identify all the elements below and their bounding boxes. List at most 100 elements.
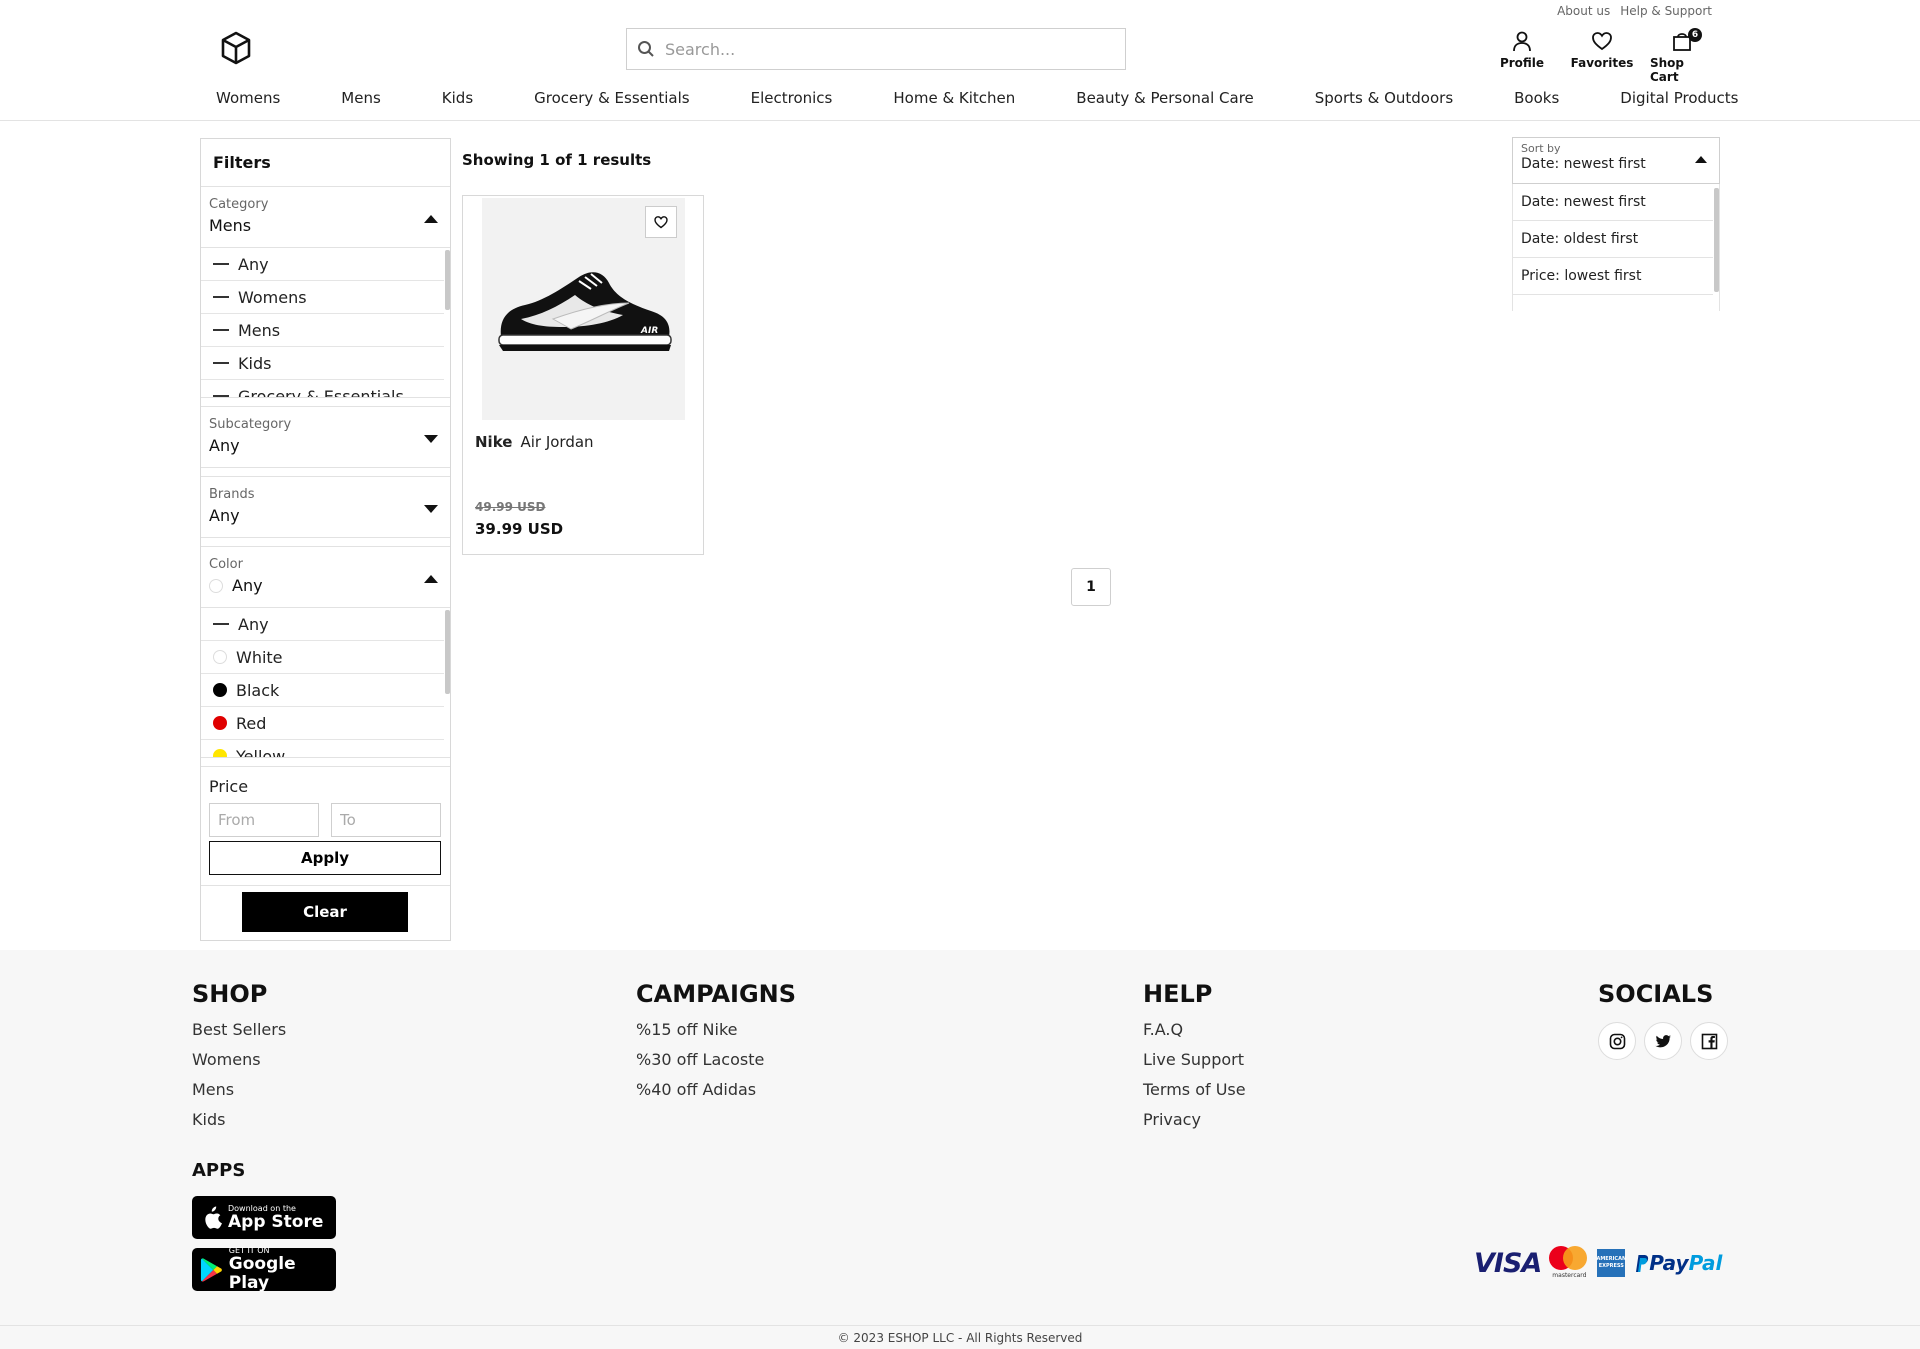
profile-button[interactable]: Profile [1490,30,1554,84]
google-play-icon [200,1257,222,1282]
product-old-price: 49.99 USD [475,500,546,514]
color-option[interactable]: Black [201,674,444,707]
product-card[interactable]: AIR Nike Air Jordan 49.99 USD 39.99 USD [462,195,704,555]
footer-link-campaign-adidas[interactable]: %40 off Adidas [636,1080,796,1099]
brands-value: Any [209,506,240,525]
profile-label: Profile [1499,56,1545,70]
price-to-input[interactable] [331,803,441,837]
help-support-link[interactable]: Help & Support [1620,4,1712,18]
amex-text: AMERICAN EXPRESS [1596,1256,1627,1269]
footer-socials-title: SOCIALS [1598,980,1714,1008]
dash-icon [213,296,229,298]
subcategory-dropdown[interactable]: Subcategory Any [201,407,450,467]
shop-cart-button[interactable]: 6 Shop Cart [1650,28,1714,84]
visa-logo: VISA [1474,1247,1542,1279]
color-option[interactable]: Yellow [201,740,444,757]
brands-filter: Brands Any [201,476,450,538]
nav-beauty-personal-care[interactable]: Beauty & Personal Care [1076,89,1253,107]
product-image[interactable]: AIR [482,198,685,420]
footer-link-mens[interactable]: Mens [192,1080,286,1099]
top-links: About us Help & Support [1557,4,1712,18]
product-name: Air Jordan [520,433,594,451]
category-nav: Womens Mens Kids Grocery & Essentials El… [216,89,1738,107]
footer-link-best-sellers[interactable]: Best Sellers [192,1020,286,1039]
footer-link-womens[interactable]: Womens [192,1050,286,1069]
brands-dropdown[interactable]: Brands Any [201,477,450,537]
apply-price-button[interactable]: Apply [209,841,441,875]
footer-link-privacy[interactable]: Privacy [1143,1110,1246,1129]
shop-cart-label: Shop Cart [1650,56,1685,84]
footer-link-live-support[interactable]: Live Support [1143,1050,1246,1069]
category-option[interactable]: Grocery & Essentials [201,380,444,397]
subcategory-value: Any [209,436,240,455]
price-label: Price [209,777,249,796]
about-us-link[interactable]: About us [1557,4,1610,18]
nav-electronics[interactable]: Electronics [751,89,833,107]
favorites-label: Favorites [1570,56,1634,70]
search-input[interactable] [665,39,1105,59]
price-from-input[interactable] [209,803,319,837]
twitter-icon[interactable] [1644,1022,1682,1060]
nav-mens[interactable]: Mens [341,89,381,107]
pagination-page-1[interactable]: 1 [1071,568,1111,606]
footer-link-campaign-lacoste[interactable]: %30 off Lacoste [636,1050,796,1069]
nav-kids[interactable]: Kids [442,89,473,107]
add-to-favorites-button[interactable] [645,206,677,238]
app-store-badge[interactable]: Download on the App Store [192,1196,336,1239]
category-option[interactable]: Any [201,248,444,281]
sort-scrollbar[interactable] [1714,188,1719,292]
filters-title: Filters [201,139,450,187]
category-option[interactable]: Kids [201,347,444,380]
sort-option-newest[interactable]: Date: newest first [1513,184,1713,221]
favorites-button[interactable]: Favorites [1570,30,1634,84]
footer-link-faq[interactable]: F.A.Q [1143,1020,1246,1039]
nav-sports-outdoors[interactable]: Sports & Outdoors [1315,89,1453,107]
svg-text:AIR: AIR [640,326,658,336]
color-dropdown[interactable]: Color Any [201,547,450,607]
option-label: Kids [238,353,272,373]
app-store-big-text: App Store [228,1211,324,1232]
clear-filters-button[interactable]: Clear [242,892,408,932]
sort-dropdown[interactable]: Sort by Date: newest first [1512,137,1720,184]
sort-value: Date: newest first [1521,156,1646,172]
footer-shop-column: SHOP Best Sellers Womens Mens Kids [192,980,286,1140]
sort-option-more[interactable] [1513,295,1713,311]
color-filter: Color Any Any White Black Red Yellow [201,546,450,758]
footer-link-campaign-nike[interactable]: %15 off Nike [636,1020,796,1039]
category-dropdown[interactable]: Category Mens [201,187,450,247]
category-filter: Category Mens Any Womens Mens Kids Groce… [201,187,450,398]
footer-link-terms[interactable]: Terms of Use [1143,1080,1246,1099]
nav-grocery-essentials[interactable]: Grocery & Essentials [534,89,689,107]
instagram-icon[interactable] [1598,1022,1636,1060]
color-option[interactable]: Red [201,707,444,740]
category-option[interactable]: Mens [201,314,444,347]
logo-cube-icon[interactable] [218,30,254,66]
brands-label: Brands [209,487,255,502]
caret-down-icon [424,505,438,513]
footer-campaigns-column: CAMPAIGNS %15 off Nike %30 off Lacoste %… [636,980,796,1110]
option-label: Red [236,713,267,733]
nav-digital-products[interactable]: Digital Products [1620,89,1738,107]
nav-womens[interactable]: Womens [216,89,280,107]
option-label: Any [238,614,269,634]
sort-option-oldest[interactable]: Date: oldest first [1513,221,1713,258]
category-scrollbar[interactable] [445,250,450,310]
product-title[interactable]: Nike Air Jordan [475,433,594,451]
nav-home-kitchen[interactable]: Home & Kitchen [893,89,1015,107]
facebook-icon[interactable] [1690,1022,1728,1060]
caret-up-icon [1695,156,1707,163]
category-option[interactable]: Womens [201,281,444,314]
product-price: 39.99 USD [475,520,564,538]
google-play-badge[interactable]: GET IT ON Google Play [192,1246,336,1293]
color-option[interactable]: Any [201,608,444,641]
footer-link-kids[interactable]: Kids [192,1110,286,1129]
color-options-list: Any White Black Red Yellow [201,607,450,757]
color-swatch [213,749,227,757]
paypal-text-pay: Pay [1649,1251,1689,1275]
heart-icon [1592,32,1612,51]
color-option[interactable]: White [201,641,444,674]
nav-books[interactable]: Books [1514,89,1559,107]
color-scrollbar[interactable] [445,610,450,694]
paypal-text-pal: Pal [1688,1251,1723,1275]
sort-option-price-lowest[interactable]: Price: lowest first [1513,258,1713,295]
